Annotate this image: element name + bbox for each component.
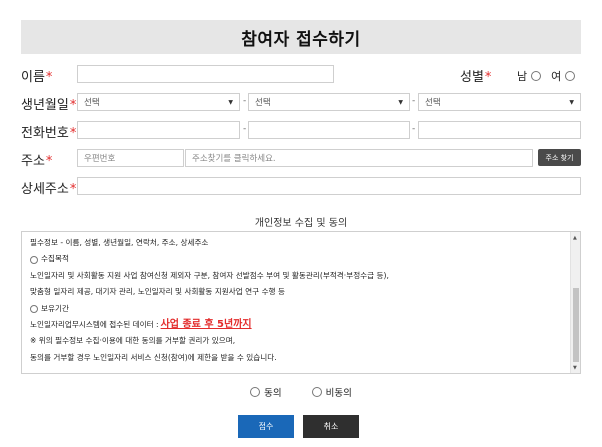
address-input[interactable]: 주소찾기를 클릭하세요.	[185, 149, 533, 167]
chevron-down-icon: ▼	[398, 98, 403, 106]
disagree-option[interactable]: 비동의	[311, 385, 352, 399]
postal-code-input[interactable]: 우편번호	[77, 149, 184, 167]
consent-scrollbar[interactable]: ▲ ▼	[570, 232, 580, 373]
birth-separator: -	[412, 96, 416, 106]
agree-option[interactable]: 동의	[250, 385, 282, 399]
scroll-up-icon[interactable]: ▲	[573, 235, 577, 241]
detail-address-input[interactable]	[77, 177, 581, 195]
submit-button[interactable]: 접수	[238, 415, 294, 438]
circle-icon	[30, 304, 38, 313]
phone-separator: -	[412, 124, 416, 134]
scroll-down-icon[interactable]: ▼	[573, 365, 577, 371]
gender-male-label: 남	[517, 70, 528, 83]
consent-line: 노인일자리 및 사회활동 지원 사업 참여신청 제외자 구분, 참여자 선발점수…	[30, 270, 389, 280]
disagree-radio[interactable]	[311, 387, 322, 397]
consent-line: 필수정보 - 이름, 성별, 생년월일, 연락처, 주소, 상세주소	[30, 238, 209, 247]
cancel-button[interactable]: 취소	[303, 415, 359, 438]
gender-label: 성별*	[460, 70, 492, 85]
detail-address-label: 상세주소*	[21, 182, 77, 197]
gender-options: 남 여	[517, 68, 576, 84]
address-search-button[interactable]: 주소 찾기	[538, 149, 581, 166]
page-title: 참여자 접수하기	[241, 29, 361, 50]
consent-textbox[interactable]: 필수정보 - 이름, 성별, 생년월일, 연락처, 주소, 상세주소 수집목적 …	[21, 231, 581, 374]
consent-choice: 동의 비동의	[0, 385, 602, 399]
birth-day-select[interactable]: 선택 ▼	[418, 93, 581, 111]
birth-label: 생년월일*	[21, 98, 77, 113]
consent-line: ※ 위의 필수정보 수집·이용에 대한 동의를 거부할 권리가 있으며,	[30, 336, 236, 346]
name-label: 이름*	[21, 70, 53, 85]
consent-line: 노인일자리업무시스템에 접수된 데이터 : 사업 종료 후 5년까지	[30, 317, 568, 333]
name-input[interactable]	[77, 65, 334, 83]
gender-male-radio[interactable]	[531, 71, 542, 81]
consent-text: 필수정보 - 이름, 성별, 생년월일, 연락처, 주소, 상세주소 수집목적 …	[30, 235, 568, 366]
scrollbar-thumb[interactable]	[573, 288, 579, 362]
consent-line: 맞춤형 일자리 제공, 대기자 관리, 노인일자리 및 사회활동 지원사업 연구…	[30, 287, 285, 297]
agree-radio[interactable]	[250, 387, 261, 397]
consent-line: 수집목적	[30, 251, 568, 267]
phone-first-input[interactable]	[77, 121, 240, 139]
address-label: 주소*	[21, 154, 53, 169]
consent-line: 보유기간	[30, 301, 568, 317]
retention-highlight: 사업 종료 후 5년까지	[160, 318, 252, 330]
phone-last-input[interactable]	[418, 121, 581, 139]
circle-icon	[30, 255, 38, 264]
birth-year-select[interactable]: 선택 ▼	[77, 93, 240, 111]
birth-separator: -	[243, 96, 247, 106]
chevron-down-icon: ▼	[228, 98, 233, 106]
chevron-down-icon: ▼	[569, 98, 574, 106]
consent-line: 동의를 거부할 경우 노인일자리 서비스 신청(참여)에 제한을 받을 수 있습…	[30, 352, 277, 362]
phone-label: 전화번호*	[21, 126, 77, 141]
consent-title: 개인정보 수집 및 동의	[254, 218, 348, 229]
gender-female-label: 여	[551, 70, 562, 83]
page-header: 참여자 접수하기	[21, 20, 581, 54]
phone-separator: -	[243, 124, 247, 134]
birth-month-select[interactable]: 선택 ▼	[248, 93, 410, 111]
phone-middle-input[interactable]	[248, 121, 410, 139]
gender-female-radio[interactable]	[565, 71, 576, 81]
